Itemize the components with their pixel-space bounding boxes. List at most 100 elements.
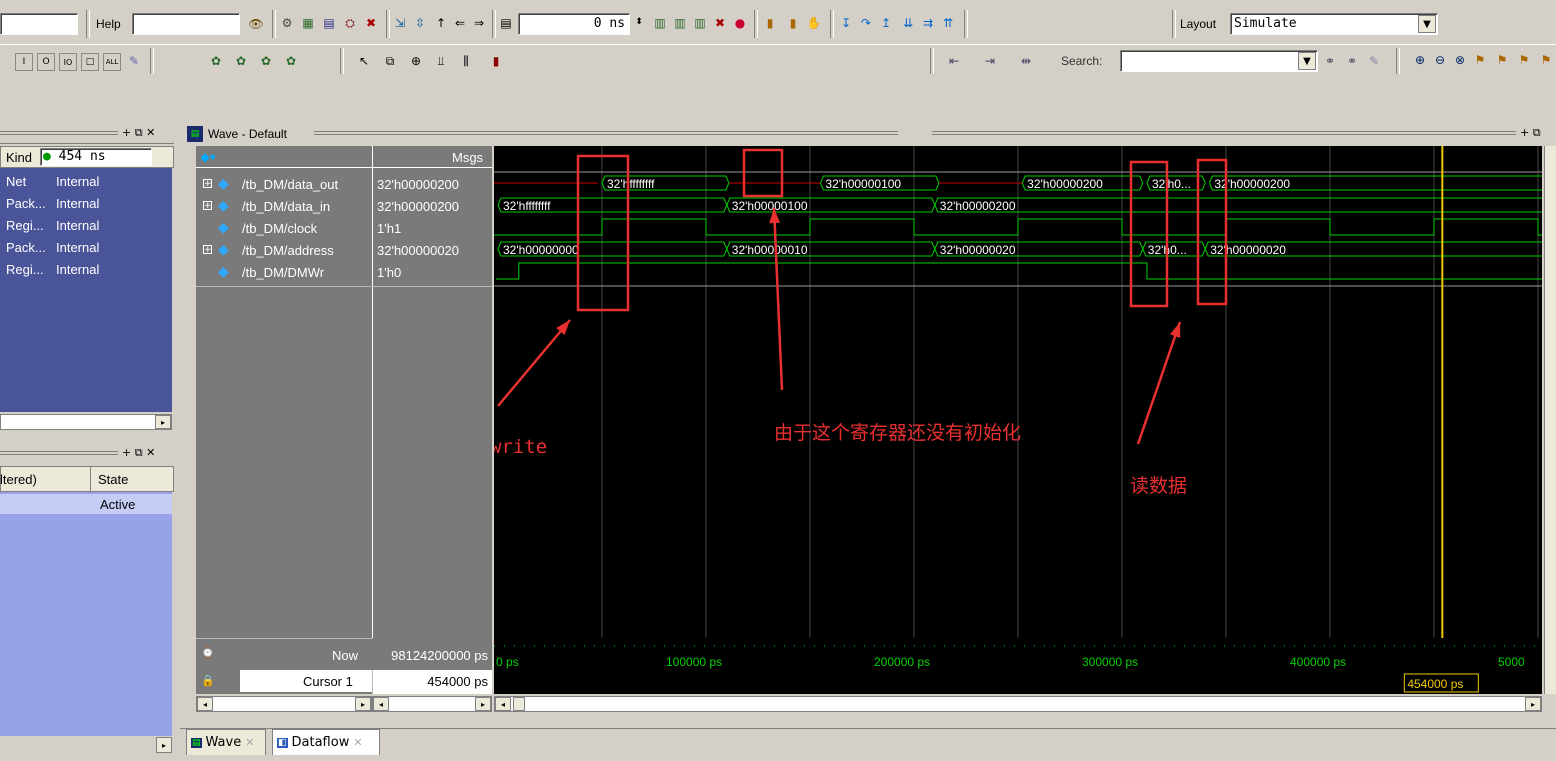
- step-icon[interactable]: ⇲: [392, 15, 408, 31]
- filtered-column-label[interactable]: ltered): [0, 472, 37, 487]
- object-kind[interactable]: Regi...: [6, 262, 44, 277]
- run-continue-icon[interactable]: ▥: [672, 15, 688, 31]
- object-kind[interactable]: Net: [6, 174, 26, 189]
- layout-dropdown-button[interactable]: ▼: [1418, 15, 1436, 33]
- kind-column-label[interactable]: Kind: [6, 150, 32, 165]
- run-all-icon[interactable]: ▥: [692, 15, 708, 31]
- step-into-icon[interactable]: ↧: [838, 15, 854, 31]
- close-icon[interactable]: ✕: [245, 736, 254, 749]
- search-regex-icon[interactable]: ⚭: [1344, 53, 1360, 69]
- state-column-label[interactable]: State: [98, 472, 128, 487]
- search-clear-icon[interactable]: ✎: [1366, 53, 1382, 69]
- expand-icon[interactable]: +: [203, 201, 212, 211]
- step-out-icon[interactable]: ↥: [878, 15, 894, 31]
- spinner-icon[interactable]: ⬍: [631, 14, 647, 30]
- forward-arrow-icon[interactable]: ⇒: [471, 15, 487, 31]
- find-edge-icon[interactable]: ⇹: [1018, 53, 1034, 69]
- compile-selected-icon[interactable]: ▤: [321, 15, 337, 31]
- search-input[interactable]: [1120, 50, 1318, 72]
- find-next-icon[interactable]: ⇥: [982, 53, 998, 69]
- tab-wave[interactable]: ▤ Wave ✕: [186, 729, 266, 755]
- signal-name[interactable]: /tb_DM/DMWr: [242, 265, 324, 280]
- wave-window-controls[interactable]: + ⧉: [1520, 126, 1541, 140]
- scroll-thumb[interactable]: [513, 697, 525, 711]
- step-back-out-icon[interactable]: ⇈: [940, 15, 956, 31]
- restart-icon[interactable]: ●: [732, 15, 748, 31]
- scroll-right-button[interactable]: ▸: [355, 697, 371, 711]
- toolbar-combo-left[interactable]: [0, 13, 78, 35]
- object-kind[interactable]: Pack...: [6, 196, 46, 211]
- edit-mode-icon[interactable]: ⊕: [408, 53, 424, 69]
- bookmark-icon[interactable]: ▮: [488, 53, 504, 69]
- close-icon[interactable]: ✕: [353, 736, 362, 749]
- scroll-right-button[interactable]: ▸: [155, 415, 171, 429]
- object-kind[interactable]: Regi...: [6, 218, 44, 233]
- objects-hscrollbar[interactable]: ▸: [0, 414, 172, 430]
- run-icon[interactable]: ▥: [652, 15, 668, 31]
- objects-panel-controls[interactable]: + ⧉ ✕: [122, 126, 155, 140]
- performance-icon[interactable]: ▮: [762, 15, 778, 31]
- compile-all-icon[interactable]: ▦: [300, 15, 316, 31]
- insert-divider-icon[interactable]: ⫼: [458, 53, 474, 69]
- wave-tool-4-icon[interactable]: ✿: [283, 53, 299, 69]
- find-prev-icon[interactable]: ⇤: [946, 53, 962, 69]
- memory-icon[interactable]: ▮: [785, 15, 801, 31]
- scroll-right-button[interactable]: ▸: [1525, 697, 1541, 711]
- zoom-out-icon[interactable]: ⊖: [1432, 52, 1448, 68]
- step-back-over-icon[interactable]: ⇉: [920, 15, 936, 31]
- internal-icon[interactable]: □: [81, 53, 99, 71]
- input-port-icon[interactable]: I: [15, 53, 33, 71]
- output-port-icon[interactable]: O: [37, 53, 55, 71]
- signal-name[interactable]: /tb_DM/clock: [242, 221, 317, 236]
- expand-icon[interactable]: +: [203, 245, 212, 255]
- stop-icon[interactable]: ✖: [712, 15, 728, 31]
- zoom-last-icon[interactable]: ⚑: [1494, 52, 1510, 68]
- search-options-icon[interactable]: ⚭: [1322, 53, 1338, 69]
- run-time-field[interactable]: 0 ns: [518, 13, 630, 35]
- names-hscrollbar[interactable]: ◂ ▸: [196, 696, 372, 712]
- inout-port-icon[interactable]: IO: [59, 53, 77, 71]
- zoom-cursor-icon[interactable]: ⚑: [1472, 52, 1488, 68]
- scroll-right-button[interactable]: ▸: [475, 697, 491, 711]
- signal-name[interactable]: /tb_DM/data_out: [242, 177, 338, 192]
- wave-tool-2-icon[interactable]: ✿: [233, 53, 249, 69]
- break-icon[interactable]: ✖: [363, 15, 379, 31]
- cursor-label[interactable]: Cursor 1: [303, 674, 353, 689]
- all-signals-icon[interactable]: ALL: [103, 53, 121, 71]
- object-kind[interactable]: Pack...: [6, 240, 46, 255]
- process-row-selected[interactable]: [0, 494, 172, 514]
- binoculars-icon[interactable]: 👁: [248, 16, 264, 32]
- zoom-range-icon[interactable]: ⚑: [1516, 52, 1532, 68]
- process-panel-grip[interactable]: [0, 451, 118, 455]
- zoom-extra-icon[interactable]: ⚑: [1538, 52, 1554, 68]
- scroll-left-button[interactable]: ◂: [495, 697, 511, 711]
- objects-panel-grip[interactable]: [0, 131, 118, 135]
- wave-title-grip-right[interactable]: [932, 131, 1516, 135]
- zoom-in-icon[interactable]: ⊕: [1412, 52, 1428, 68]
- expand-icon[interactable]: +: [203, 179, 212, 189]
- wave-vscrollbar[interactable]: [1544, 146, 1556, 694]
- zoom-full-icon[interactable]: ⊗: [1452, 52, 1468, 68]
- signal-name[interactable]: /tb_DM/data_in: [242, 199, 330, 214]
- select-pointer-icon[interactable]: ↖: [356, 53, 372, 69]
- back-arrow-icon[interactable]: ⇐: [452, 15, 468, 31]
- layout-select[interactable]: Simulate: [1230, 13, 1438, 35]
- wave-svg[interactable]: 32'hffffffff 32'h00000100 32'h00000200 32'h…: [494, 146, 1542, 696]
- signal-name[interactable]: /tb_DM/address: [242, 243, 334, 258]
- help-search-input[interactable]: [132, 13, 240, 35]
- process-scroll-right[interactable]: ▸: [156, 737, 172, 753]
- up-arrow-icon[interactable]: ↑: [433, 15, 449, 31]
- zoom-mode-icon[interactable]: ⧉: [382, 53, 398, 69]
- hand-icon[interactable]: ✋: [806, 15, 822, 31]
- search-dropdown-button[interactable]: ▼: [1298, 52, 1316, 70]
- step-over-icon-2[interactable]: ↷: [858, 15, 874, 31]
- process-panel-controls[interactable]: + ⧉ ✕: [122, 446, 155, 460]
- wave-tool-3-icon[interactable]: ✿: [258, 53, 274, 69]
- tab-dataflow[interactable]: ◧ Dataflow ✕: [272, 729, 380, 755]
- wave-tool-1-icon[interactable]: ✿: [208, 53, 224, 69]
- step-back-icon[interactable]: ⇊: [900, 15, 916, 31]
- cursor-lock-icon[interactable]: 🔒: [200, 672, 216, 688]
- values-hscrollbar[interactable]: ◂ ▸: [372, 696, 492, 712]
- scroll-left-button[interactable]: ◂: [373, 697, 389, 711]
- run-length-icon[interactable]: ▤: [498, 15, 514, 31]
